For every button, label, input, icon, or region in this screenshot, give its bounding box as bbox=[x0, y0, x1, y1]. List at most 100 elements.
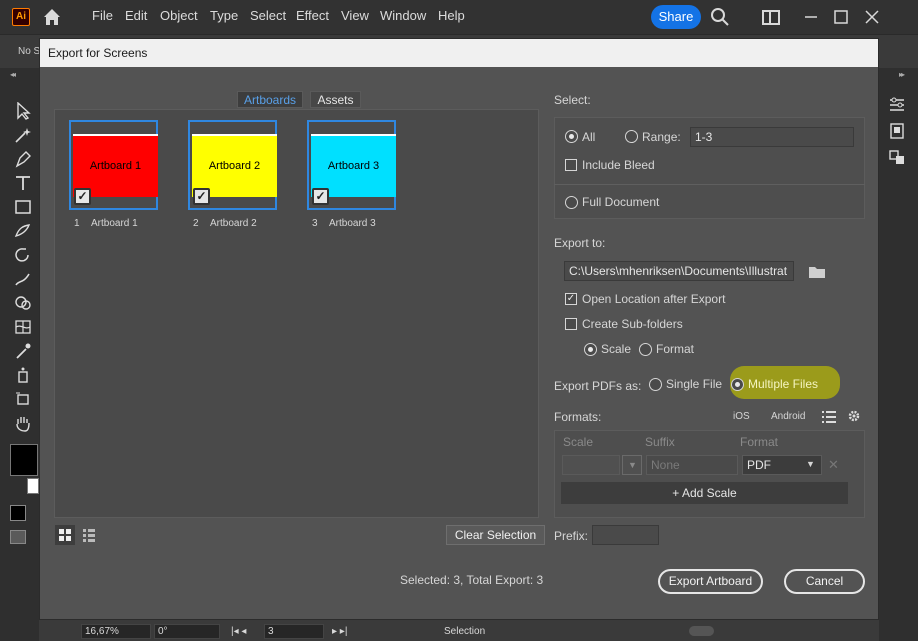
artboard-checkbox[interactable]: ✓ bbox=[193, 188, 210, 205]
full-document-radio[interactable] bbox=[565, 196, 578, 209]
remove-scale-icon[interactable]: ✕ bbox=[828, 457, 839, 473]
artboard-tool-icon[interactable] bbox=[13, 390, 33, 408]
single-file-radio[interactable] bbox=[649, 378, 662, 391]
all-radio[interactable] bbox=[565, 130, 578, 143]
status-scrollbar[interactable] bbox=[689, 626, 714, 636]
stroke-swatch[interactable] bbox=[27, 478, 39, 494]
hand-tool-icon[interactable] bbox=[13, 414, 33, 432]
right-panel-dock: ▸▸ bbox=[879, 68, 918, 641]
include-bleed-label: Include Bleed bbox=[582, 158, 655, 172]
libraries-icon[interactable] bbox=[887, 148, 907, 166]
control-bar-text: No S bbox=[18, 46, 41, 57]
export-artboard-button[interactable]: Export Artboard bbox=[658, 569, 763, 594]
menu-select[interactable]: Select bbox=[250, 8, 286, 23]
color-mode-icon[interactable] bbox=[10, 505, 26, 521]
artboard-thumbnail-2[interactable]: Artboard 2 ✓ bbox=[188, 120, 277, 210]
share-button[interactable]: Share bbox=[651, 5, 701, 29]
properties-icon[interactable] bbox=[887, 96, 907, 114]
selection-summary: Selected: 3, Total Export: 3 bbox=[400, 573, 544, 587]
artboard-number-field[interactable]: 3 bbox=[264, 624, 324, 639]
warp-tool-icon[interactable] bbox=[13, 270, 33, 288]
menu-help[interactable]: Help bbox=[438, 8, 465, 23]
mesh-tool-icon[interactable] bbox=[13, 318, 33, 336]
next-artboard-icon[interactable]: ▸ ▸| bbox=[332, 626, 347, 637]
include-bleed-checkbox[interactable] bbox=[565, 159, 577, 171]
android-preset-button[interactable]: Android bbox=[771, 411, 805, 422]
magic-wand-icon[interactable] bbox=[13, 126, 33, 144]
subfolder-format-radio[interactable] bbox=[639, 343, 652, 356]
layers-icon[interactable] bbox=[887, 122, 907, 140]
status-bar: 16,67% 0° |◂ ◂ 3 ▸ ▸| Selection bbox=[39, 620, 879, 641]
formats-label: Formats: bbox=[554, 410, 602, 424]
cancel-button[interactable]: Cancel bbox=[784, 569, 865, 594]
rotate-tool-icon[interactable] bbox=[13, 246, 33, 264]
tab-assets[interactable]: Assets bbox=[310, 91, 361, 108]
open-location-checkbox[interactable]: ✓ bbox=[565, 293, 577, 305]
search-icon[interactable] bbox=[710, 7, 730, 27]
subfolder-scale-radio[interactable] bbox=[584, 343, 597, 356]
eyedropper-icon[interactable] bbox=[13, 342, 33, 360]
prefix-input[interactable] bbox=[592, 525, 659, 545]
range-radio[interactable] bbox=[625, 130, 638, 143]
draw-mode-icon[interactable] bbox=[10, 530, 26, 544]
artboard-checkbox[interactable]: ✓ bbox=[312, 188, 329, 205]
full-document-label: Full Document bbox=[582, 195, 660, 209]
shape-builder-icon[interactable] bbox=[13, 294, 33, 312]
menu-object[interactable]: Object bbox=[160, 8, 198, 23]
fill-swatch[interactable] bbox=[10, 444, 38, 476]
export-pdfs-label: Export PDFs as: bbox=[554, 379, 642, 393]
menu-view[interactable]: View bbox=[341, 8, 369, 23]
tab-artboards[interactable]: Artboards bbox=[237, 91, 303, 108]
rectangle-tool-icon[interactable] bbox=[13, 198, 33, 216]
grid-view-icon[interactable] bbox=[55, 525, 75, 545]
scale-column-header: Scale bbox=[563, 435, 594, 449]
export-to-label: Export to: bbox=[554, 236, 606, 250]
menu-effect[interactable]: Effect bbox=[296, 8, 329, 23]
artboard-thumbnail-3[interactable]: Artboard 3 ✓ bbox=[307, 120, 396, 210]
suffix-input[interactable]: None bbox=[646, 455, 738, 475]
export-for-screens-dialog: Export for Screens Artboards Assets Artb… bbox=[39, 38, 879, 620]
rotation-field[interactable]: 0° bbox=[154, 624, 220, 639]
add-scale-button[interactable]: + Add Scale bbox=[561, 482, 848, 504]
menu-file[interactable]: File bbox=[92, 8, 113, 23]
artboard-checkbox[interactable]: ✓ bbox=[74, 188, 91, 205]
home-icon[interactable] bbox=[41, 6, 63, 28]
range-label: Range: bbox=[642, 130, 681, 144]
selection-tool-icon[interactable] bbox=[13, 102, 33, 120]
menu-edit[interactable]: Edit bbox=[125, 8, 147, 23]
clear-selection-button[interactable]: Clear Selection bbox=[446, 525, 545, 545]
scale-dropdown-icon[interactable]: ▼ bbox=[622, 455, 642, 475]
list-view-icon[interactable] bbox=[79, 525, 99, 545]
list-icon[interactable] bbox=[822, 410, 836, 424]
brush-tool-icon[interactable] bbox=[13, 222, 33, 240]
ios-preset-button[interactable]: iOS bbox=[733, 411, 750, 422]
artboard-name: Artboard 3 bbox=[329, 218, 376, 229]
minimize-icon[interactable] bbox=[801, 7, 821, 27]
create-subfolders-checkbox[interactable] bbox=[565, 318, 577, 330]
range-input[interactable]: 1-3 bbox=[690, 127, 854, 147]
gear-icon[interactable] bbox=[847, 409, 861, 423]
prefix-label: Prefix: bbox=[554, 529, 589, 543]
folder-icon[interactable] bbox=[808, 265, 826, 279]
single-file-label: Single File bbox=[666, 377, 723, 391]
select-divider bbox=[554, 184, 865, 185]
artboard-thumbnail-1[interactable]: Artboard 1 ✓ bbox=[69, 120, 158, 210]
pen-tool-icon[interactable] bbox=[13, 150, 33, 168]
collapse-right-icon[interactable]: ▸▸ bbox=[899, 70, 905, 79]
multiple-files-radio[interactable] bbox=[731, 378, 744, 391]
scale-input[interactable] bbox=[562, 455, 620, 475]
menu-type[interactable]: Type bbox=[210, 8, 238, 23]
workspace-icon[interactable] bbox=[761, 7, 781, 27]
create-subfolders-label: Create Sub-folders bbox=[582, 317, 683, 331]
maximize-icon[interactable] bbox=[831, 7, 851, 27]
first-artboard-icon[interactable]: |◂ ◂ bbox=[231, 626, 246, 637]
zoom-field[interactable]: 16,67% bbox=[81, 624, 151, 639]
export-path-input[interactable]: C:\Users\mhenriksen\Documents\Illustrat bbox=[564, 261, 794, 281]
collapse-left-icon[interactable]: ◂◂ bbox=[10, 70, 16, 79]
menu-window[interactable]: Window bbox=[380, 8, 426, 23]
close-icon[interactable] bbox=[862, 7, 882, 27]
artboard-name: Artboard 1 bbox=[91, 218, 138, 229]
symbol-sprayer-icon[interactable] bbox=[13, 366, 33, 384]
type-tool-icon[interactable] bbox=[13, 174, 33, 192]
tools-panel: ◂◂ bbox=[0, 68, 39, 641]
